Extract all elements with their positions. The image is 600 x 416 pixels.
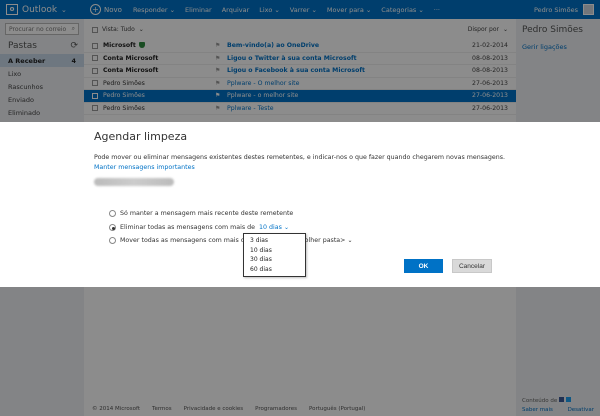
radio-keep-latest[interactable] bbox=[109, 210, 116, 217]
option-delete-older[interactable]: Eliminar todas as mensagens com mais de … bbox=[109, 224, 289, 231]
days-dropdown[interactable]: 10 dias ⌄ bbox=[259, 224, 289, 231]
dropdown-option-10-days[interactable]: 10 dias bbox=[244, 246, 305, 256]
keep-important-link[interactable]: Manter mensagens importantes bbox=[94, 164, 195, 171]
days-dropdown-menu: 3 dias 10 dias 30 dias 60 dias bbox=[243, 233, 306, 277]
sender-address-blurred bbox=[94, 178, 174, 186]
radio-move-older[interactable] bbox=[109, 237, 116, 244]
radio-delete-older[interactable] bbox=[109, 224, 116, 231]
dropdown-option-30-days[interactable]: 30 dias bbox=[244, 255, 305, 265]
option-keep-latest[interactable]: Só manter a mensagem mais recente deste … bbox=[109, 210, 293, 217]
cancel-button[interactable]: Cancelar bbox=[452, 259, 492, 273]
dialog-description: Pode mover ou eliminar mensagens existen… bbox=[94, 154, 506, 161]
ok-button[interactable]: OK bbox=[404, 259, 443, 273]
dialog-title: Agendar limpeza bbox=[94, 130, 188, 143]
chevron-down-icon: ⌄ bbox=[347, 237, 353, 244]
option-move-older[interactable]: Mover todas as mensagens com mais de 10 … bbox=[109, 237, 352, 244]
dropdown-option-60-days[interactable]: 60 dias bbox=[244, 265, 305, 275]
chevron-down-icon: ⌄ bbox=[283, 224, 289, 231]
modal-backdrop[interactable] bbox=[0, 0, 600, 122]
modal-backdrop[interactable] bbox=[0, 287, 600, 416]
dropdown-option-3-days[interactable]: 3 dias bbox=[244, 236, 305, 246]
